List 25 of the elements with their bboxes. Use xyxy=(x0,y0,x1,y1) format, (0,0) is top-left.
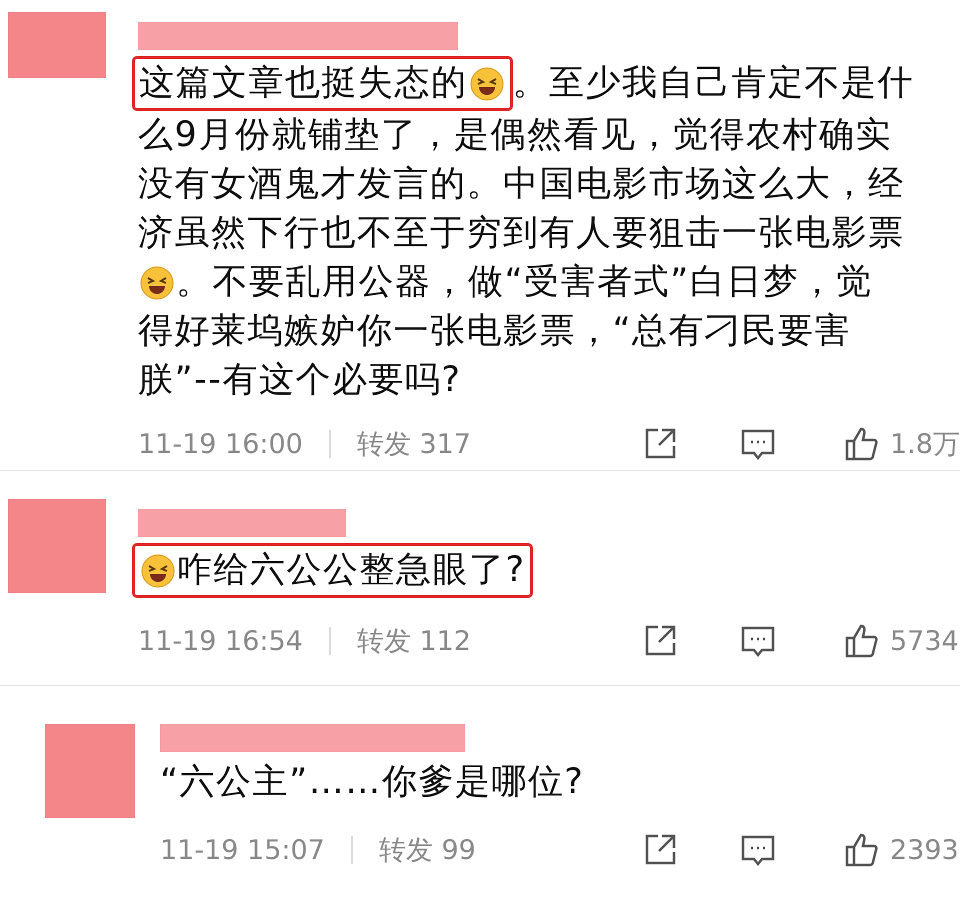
laughing-emoji-icon xyxy=(141,554,175,588)
like-icon[interactable] xyxy=(844,623,880,659)
laughing-emoji-icon xyxy=(140,266,174,300)
like-icon[interactable] xyxy=(844,832,880,868)
comment-text: 济虽然下行也不至于穷到有人要狙击一张电影票 xyxy=(138,212,904,255)
like-icon[interactable] xyxy=(844,426,880,462)
comment-text: 这篇文章也挺失态的 xyxy=(139,62,468,105)
comment-text: 得好莱坞嫉妒你一张电影票，“总有刁民要害 xyxy=(138,310,852,353)
like-count: 5734 xyxy=(890,626,960,656)
like-count: 1.8万 xyxy=(890,428,960,462)
comment-text: 朕”--有这个必要吗? xyxy=(138,359,462,402)
post-time: 11-19 16:00 xyxy=(138,428,303,460)
repost-button[interactable]: 转发 99 xyxy=(378,832,476,868)
comment-text: 。不要乱用公器，做“受害者式”白日梦，觉 xyxy=(176,261,872,304)
comment-text: 么9月份就铺垫了，是偶然看见，觉得农村确实 xyxy=(138,114,892,157)
post-time: 11-19 15:07 xyxy=(160,834,325,866)
post-time: 11-19 16:54 xyxy=(138,626,303,656)
comment-text: 。至少我自己肯定不是什 xyxy=(512,62,914,105)
repost-button[interactable]: 转发 112 xyxy=(356,623,471,659)
like-count: 2393 xyxy=(890,834,960,866)
comment-text: 咋给六公公整急眼了? xyxy=(177,549,526,592)
comment-text: 没有女酒鬼才发言的。中国电影市场这么大，经 xyxy=(138,163,904,206)
comment-text: “六公主”……你爹是哪位? xyxy=(160,761,584,804)
laughing-emoji-icon xyxy=(470,66,504,100)
repost-button[interactable]: 转发 317 xyxy=(356,426,471,462)
